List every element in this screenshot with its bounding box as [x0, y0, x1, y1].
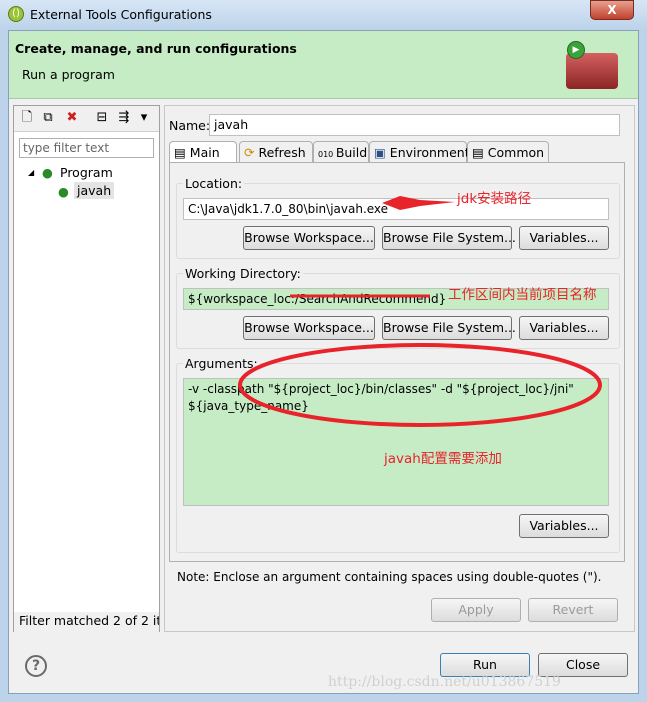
red-circle [238, 343, 602, 427]
annotation-javah: javah配置需要添加 [384, 451, 502, 467]
annotation-jdk: jdk安装路径 [457, 191, 532, 207]
annotation-workspace: 工作区间内当前项目名称 [448, 287, 597, 303]
watermark: http://blog.csdn.net/u013867519 [328, 674, 561, 690]
red-arrow [382, 196, 455, 210]
annotation-overlay [238, 196, 602, 427]
